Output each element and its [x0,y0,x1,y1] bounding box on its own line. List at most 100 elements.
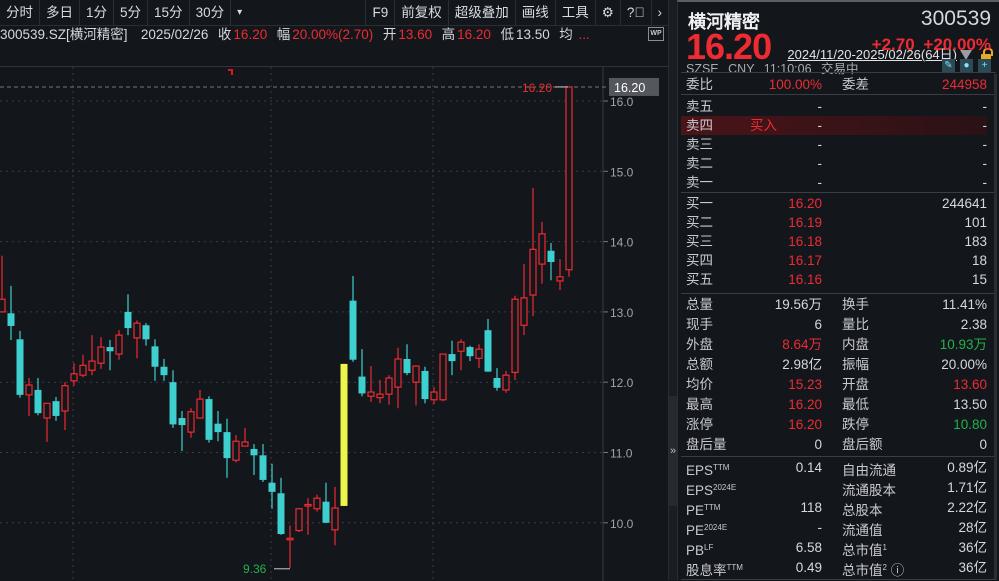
tools-button[interactable]: 工具 [556,0,596,26]
candle-body [7,313,15,326]
fund-label: 流通值 [842,518,883,540]
plus-icon[interactable]: + [978,59,991,72]
collapse-panel-button[interactable]: » [669,396,677,506]
stat-value: 13.50 [953,397,987,412]
candle-body [448,354,456,362]
fund-label-sup: 2024E [704,523,728,532]
candle-body [313,497,321,510]
fund-label-text: EPS [686,463,714,478]
ask-row[interactable]: 卖五 - - [681,97,987,116]
candle-body [511,298,519,373]
fund-label-text: EPS [686,483,714,498]
stat-value: 10.80 [953,417,987,432]
candle-body [529,248,537,296]
stat-row[interactable]: 总量 19.56万 换手 11.41% [681,295,987,314]
ask-row[interactable]: 卖四 - - 买入 [681,116,987,135]
stat-row[interactable]: 均价 15.23 开盘 13.60 [681,375,987,394]
fund-label: 股息率TTM [686,558,743,580]
fund-label-text: 自由流通 [842,463,896,478]
stat-row[interactable]: 涨停 16.20 跌停 10.80 [681,415,987,434]
ask-row[interactable]: 卖二 - - [681,154,987,173]
stat-value: 0 [814,437,822,452]
ask-row[interactable]: 卖一 - - [681,173,987,192]
stat-value: 15.23 [788,377,822,392]
bid-row[interactable]: 买二 16.19 101 [681,213,987,232]
change-value: +2.70 [871,35,915,54]
candle-body [286,537,294,541]
candle-body [43,402,51,419]
tab-30min[interactable]: 30分 [190,0,232,26]
stat-label: 量比 [842,317,869,332]
stat-row[interactable]: 最高 16.20 最低 13.50 [681,395,987,414]
tab-5min[interactable]: 5分 [114,0,149,26]
low-value: 13.50 [515,27,550,42]
date-label: 2025/02/26 [140,27,209,42]
fundamental-row[interactable]: 股息率TTM 0.49 总市值2 ⓘ 36亿 [681,558,987,580]
overlay-button[interactable]: 超级叠加 [449,0,516,26]
fund-label-text: 总股本 [842,503,883,518]
info-icon[interactable]: ⓘ [891,563,905,578]
tab-15min[interactable]: 15分 [148,0,190,26]
candle-body [178,418,186,426]
candle-body [79,364,87,376]
fund-value: 36亿 [958,560,987,575]
tab-multiday[interactable]: 多日 [40,0,80,26]
more-periods-dropdown[interactable]: ▾ [231,0,248,26]
stat-value: 10.93万 [939,337,987,352]
candlestick-chart[interactable]: 16.0 15.0 14.0 13.0 12.0 11.0 10.0 16.20 9.36 16.… [0,66,668,581]
candle-body [520,297,528,326]
candle-body [97,346,105,364]
fundamental-row[interactable]: EPS2024E 流通股本 1.71亿 [681,478,987,500]
stat-label: 总量 [686,297,713,312]
fund-label: 流通股本 [842,478,896,500]
panel-scrollbar[interactable] [994,74,997,579]
gear-icon[interactable]: ⚙ [596,0,621,26]
pencil-icon[interactable]: ✎ [942,59,955,72]
y-tick-label: 15.0 [610,165,634,179]
fund-label: EPSTTM [686,458,729,480]
wp-icon[interactable]: WP [648,27,664,41]
fundamental-row[interactable]: PE2024E - 流通值 28亿 [681,518,987,540]
fundamental-row[interactable]: PETTM 118 总股本 2.22亿 [681,498,987,518]
fund-label-text: 总市值 [842,563,883,578]
candle-body [268,482,276,492]
adjust-button[interactable]: 前复权 [395,0,449,26]
tab-intraday[interactable]: 分时 [0,0,40,26]
stat-label: 现手 [686,317,713,332]
fund-label-sup: TTM [726,563,743,572]
candle-body [250,448,258,456]
fund-label-text: 流通股本 [842,483,896,498]
help-icon[interactable]: ?⃝ [621,0,652,26]
chevron-right-icon[interactable]: › [652,0,669,26]
bid-row[interactable]: 买五 16.16 15 [681,270,987,289]
quote-panel: 横河精密 300539 16.20 +2.70 +20.00% SZSE CNY… [677,0,999,580]
stat-label: 换手 [842,297,869,312]
f9-button[interactable]: F9 [365,0,396,26]
bid-row[interactable]: 买一 16.20 244641 [681,194,987,213]
candle-body [466,347,474,357]
bid-volume: 18 [971,253,987,268]
candle-body [142,325,150,340]
ask-row[interactable]: 卖三 - - [681,135,987,154]
bid-row[interactable]: 买三 16.18 183 [681,232,987,251]
y-tick-label: 11.0 [610,447,633,461]
low-label: 低 [500,27,514,42]
stat-label: 涨停 [686,417,713,432]
ratio-label: 委比 [686,77,713,92]
stat-row[interactable]: 总额 2.98亿 振幅 20.00% [681,355,987,374]
stat-row[interactable]: 现手 6 量比 2.38 [681,315,987,334]
fundamental-row[interactable]: EPSTTM 0.14 自由流通 0.89亿 [681,458,987,480]
stat-value: 16.20 [788,417,822,432]
candle-body [0,298,6,313]
candle-body [331,507,339,531]
candle-body [358,376,366,394]
bell-icon[interactable]: ● [960,59,973,72]
tab-1min[interactable]: 1分 [80,0,115,26]
stat-row[interactable]: 盘后量 0 盘后额 0 [681,435,987,454]
bid-row[interactable]: 买四 16.17 18 [681,251,987,270]
fund-value: 1.71亿 [947,480,987,495]
fundamental-row[interactable]: PBLF 6.58 总市值1 36亿 [681,538,987,558]
stat-row[interactable]: 外盘 8.64万 内盘 10.93万 [681,335,987,354]
last-price-tag-label: 16.20 [614,81,645,95]
draw-button[interactable]: 画线 [516,0,556,26]
